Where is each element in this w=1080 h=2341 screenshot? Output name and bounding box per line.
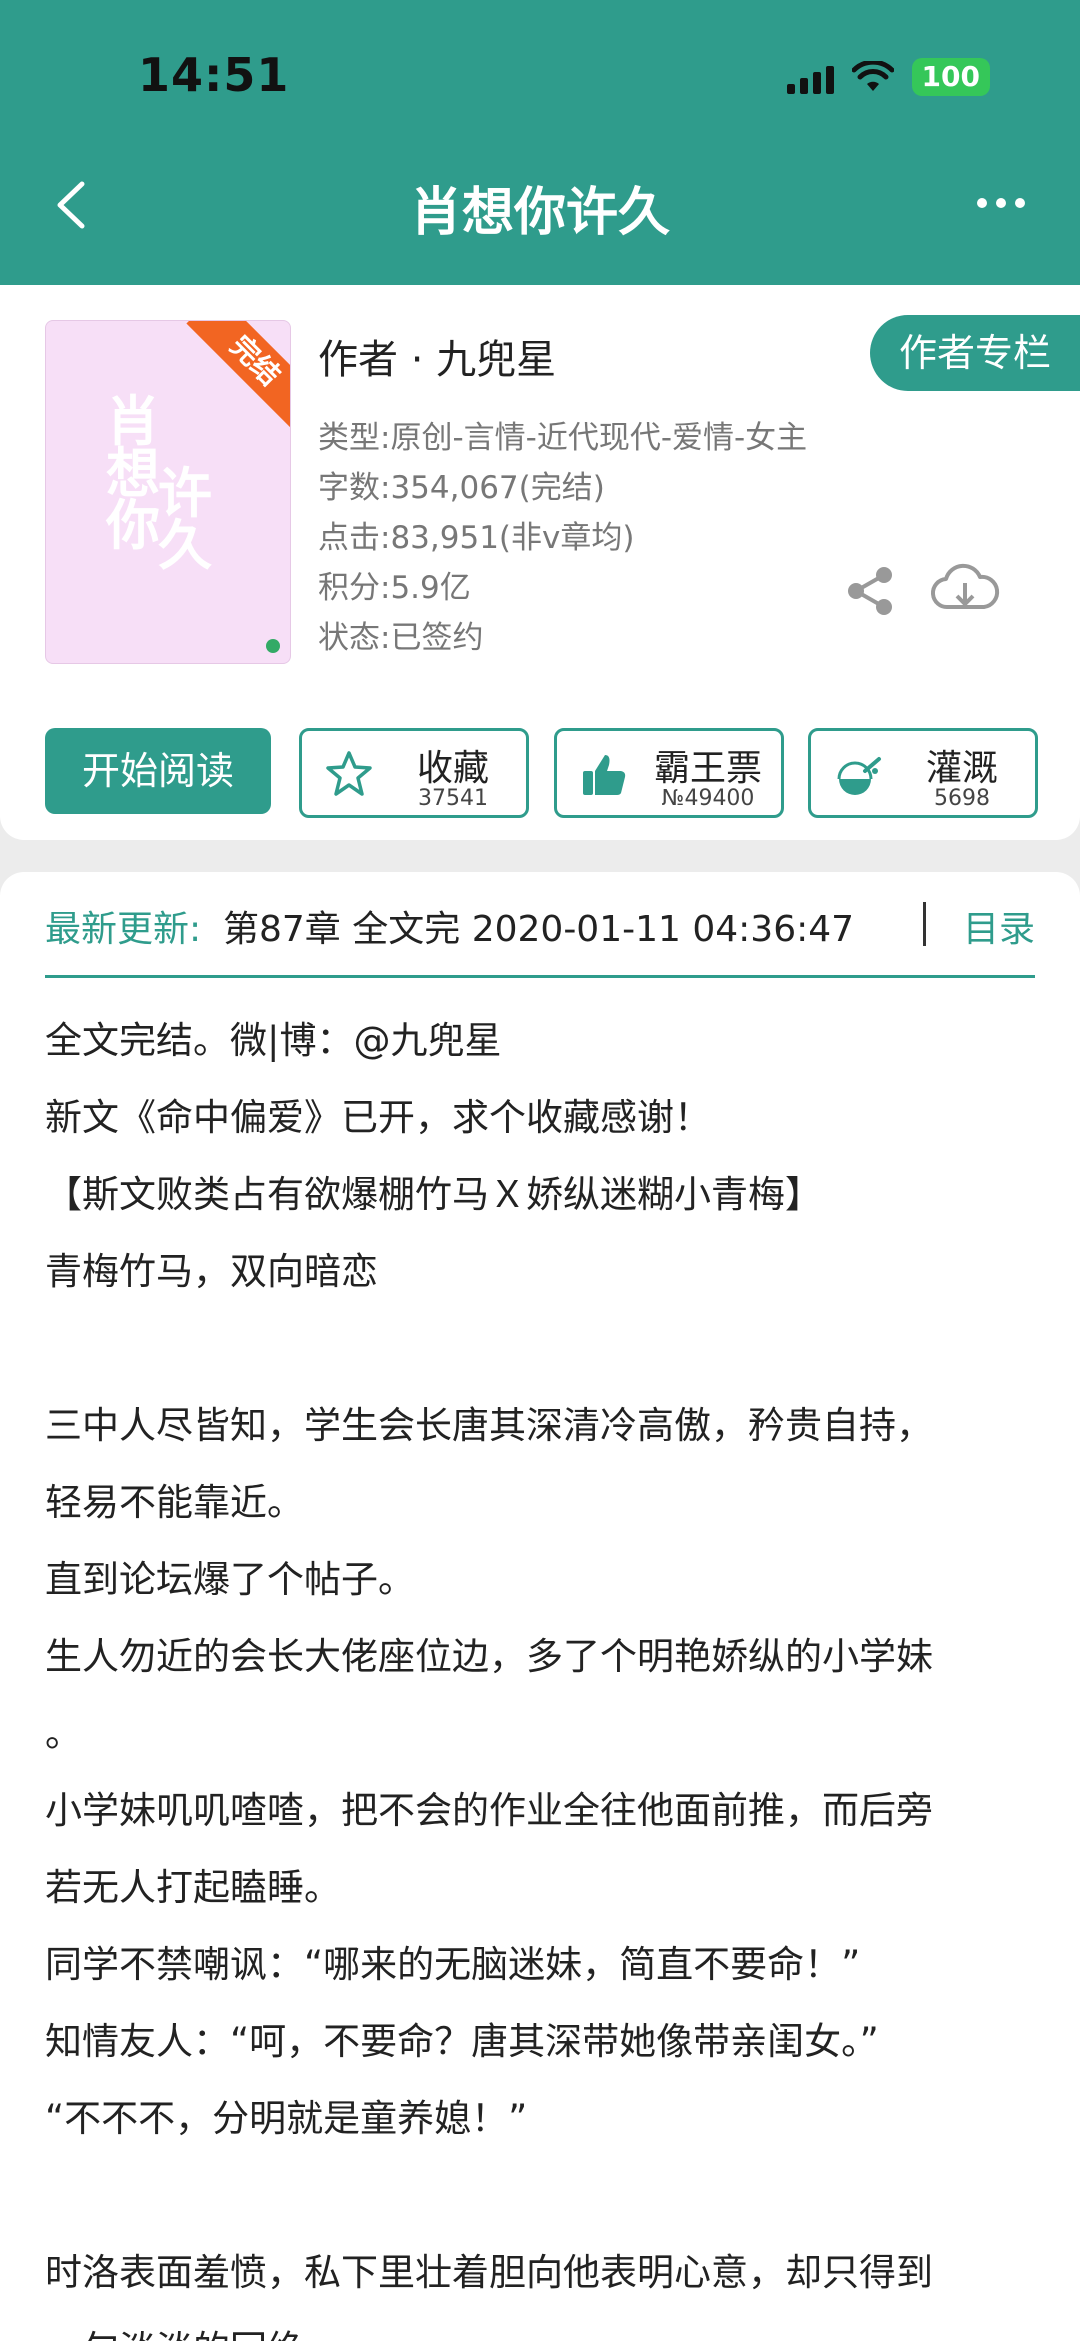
synopsis-line: 生人勿近的会长大佬座位边，多了个明艳娇纵的小学妹	[45, 1635, 933, 1678]
wifi-icon	[851, 61, 894, 91]
favorite-count: 37541	[418, 786, 488, 811]
vote-count: №49400	[661, 786, 755, 811]
synopsis-line: 轻易不能靠近。	[45, 1481, 304, 1524]
meta-status: 状态:已签约	[318, 620, 484, 656]
battery-indicator: 100	[911, 58, 990, 96]
completed-badge: 完结	[186, 321, 290, 430]
page-title: 肖想你许久	[409, 183, 670, 243]
synopsis-line: 青梅竹马，双向暗恋	[45, 1250, 378, 1293]
synopsis-line: 新文《命中偏爱》已开，求个收藏感谢！	[45, 1096, 711, 1139]
vote-label: 霸王票	[653, 748, 762, 789]
synopsis-line: 全文完结。微|博：@九兜星	[45, 1019, 502, 1062]
water-label: 灌溉	[925, 748, 998, 789]
synopsis-line: 【斯文败类占有欲爆棚竹马Ｘ娇纵迷糊小青梅】	[45, 1173, 822, 1216]
app-header: 14:51 100 肖想你许久	[0, 0, 1080, 285]
book-meta: 类型:原创-言情-近代现代-爱情-女主 字数:354,067(完结) 点击:83…	[318, 413, 807, 663]
synopsis-line: 一句淡淡的回绝。	[45, 2311, 1035, 2341]
cloud-download-icon[interactable]	[930, 563, 1000, 619]
share-icon[interactable]	[842, 563, 898, 619]
latest-update-label: 最新更新:	[45, 909, 202, 950]
latest-update-row[interactable]: 最新更新: 第87章 全文完 2020-01-11 04:36:47 目录	[45, 900, 1035, 970]
synopsis-line: 知情友人：“呵，不要命？唐其深带她像带亲闺女。”	[45, 2020, 879, 2063]
publisher-logo-icon	[266, 639, 280, 653]
synopsis-line	[45, 1310, 1035, 1387]
synopsis-text: 全文完结。微|博：@九兜星新文《命中偏爱》已开，求个收藏感谢！ 【斯文败类占有欲爆…	[45, 1002, 1035, 2341]
synopsis-card: 最新更新: 第87章 全文完 2020-01-11 04:36:47 目录 全文…	[0, 872, 1080, 2341]
meta-score: 积分:5.9亿	[318, 570, 471, 606]
start-reading-button[interactable]: 开始阅读	[45, 728, 271, 814]
divider	[923, 902, 926, 946]
synopsis-line: “不不不，分明就是童养媳！”	[45, 2097, 528, 2140]
author-name[interactable]: 作者 · 九兜星	[318, 327, 556, 385]
author-column-button[interactable]: 作者专栏	[870, 315, 1080, 391]
synopsis-line: 若无人打起瞌睡。	[45, 1866, 341, 1909]
thumbs-up-icon	[583, 755, 626, 795]
book-cover[interactable]: 肖想你 许久 完结	[45, 320, 291, 664]
synopsis-line: 直到论坛爆了个帖子。	[45, 1558, 415, 1601]
section-divider	[45, 975, 1035, 978]
synopsis-line: 三中人尽皆知，学生会长唐其深清冷高傲，矜贵自持，	[45, 1404, 933, 1447]
meta-words: 字数:354,067(完结)	[318, 470, 605, 506]
water-button[interactable]: 灌溉 5698	[808, 728, 1038, 818]
synopsis-line	[45, 2157, 1035, 2234]
favorite-button[interactable]: 收藏 37541	[299, 728, 529, 818]
watering-can-icon	[837, 757, 881, 795]
table-of-contents-link[interactable]: 目录	[963, 900, 1035, 952]
more-menu-icon[interactable]	[977, 198, 1025, 208]
water-count: 5698	[934, 786, 990, 811]
cover-title-line-2: 许久	[158, 462, 212, 577]
synopsis-line: 时洛表面羞愤，私下里壮着胆向他表明心意，却只得到	[45, 2251, 933, 2294]
status-icons: 100	[786, 58, 990, 96]
meta-clicks: 点击:83,951(非v章均)	[318, 520, 635, 556]
vote-button[interactable]: 霸王票 №49400	[554, 728, 784, 818]
meta-type: 类型:原创-言情-近代现代-爱情-女主	[318, 420, 808, 456]
synopsis-line: 。	[45, 1712, 82, 1755]
cellular-signal-icon	[786, 60, 834, 94]
cover-title-line-1: 肖想你	[106, 390, 160, 557]
favorite-label: 收藏	[416, 748, 489, 789]
synopsis-line: 同学不禁嘲讽：“哪来的无脑迷妹，简直不要命！”	[45, 1943, 861, 1986]
star-icon	[326, 751, 372, 796]
cover-title: 肖想你 许久	[106, 390, 212, 573]
book-info-card: 肖想你 许久 完结 作者 · 九兜星 作者专栏 类型:原创-言情-近代现代-爱情…	[0, 285, 1080, 840]
latest-update-text[interactable]: 第87章 全文完 2020-01-11 04:36:47	[223, 900, 854, 952]
status-time: 14:51	[138, 48, 290, 102]
synopsis-line: 小学妹叽叽喳喳，把不会的作业全往他面前推，而后旁	[45, 1789, 933, 1832]
